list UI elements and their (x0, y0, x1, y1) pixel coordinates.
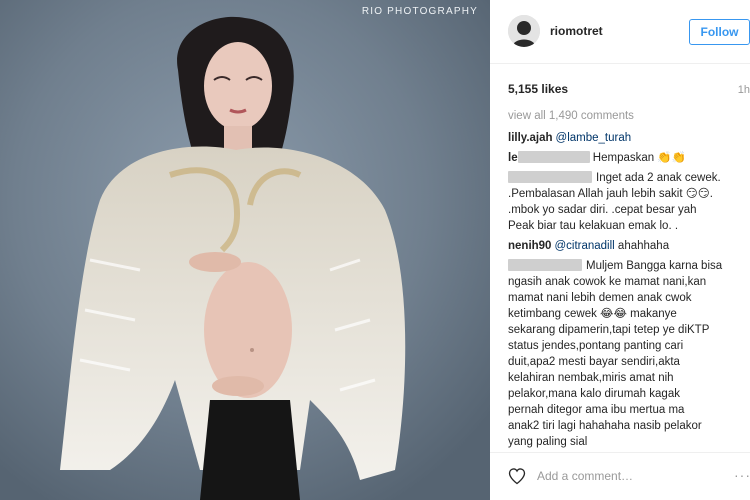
avatar-image (508, 15, 540, 47)
comment-text-line: .Pembalasan Allah jauh lebih sakit 😏😏. (508, 188, 713, 200)
comment-text-line: Peak biar tau kelakuan emak lo. . (508, 220, 679, 232)
photo-watermark: RIO PHOTOGRAPHY (361, 6, 478, 17)
post-time: 1h (737, 84, 750, 96)
comment-username[interactable]: le (508, 152, 518, 164)
comments-list: view all 1,490 comments lilly.ajah @lambe… (508, 108, 748, 454)
post-side-panel: riomotret Follow 5,155 likes 1h view all… (490, 0, 750, 500)
comment-text-line: pelakor,mana kalo dirumah kagak (508, 388, 680, 400)
comment-text-line: anak2 tiri lagi hahahaha nasib pelakor (508, 420, 702, 432)
comment-item: le Hempaskan 👏👏 (508, 150, 748, 166)
photo-illustration (0, 0, 490, 500)
heart-icon[interactable] (507, 466, 527, 486)
redacted-block (517, 151, 590, 163)
more-options-icon[interactable]: ··· (734, 467, 750, 483)
redacted-block (508, 259, 582, 271)
likes-count[interactable]: 5,155 likes (508, 82, 568, 96)
comment-text: ahahhaha (614, 240, 670, 252)
comment-text-line: kelahiran nembak,miris amat nih (508, 372, 674, 384)
add-comment-input[interactable]: Add a comment… (537, 469, 633, 483)
view-all-comments-link[interactable]: view all 1,490 comments (508, 108, 748, 124)
comment-footer: Add a comment… ··· (490, 452, 750, 500)
comment-mention[interactable]: @citranadill (554, 240, 614, 252)
comment-text-line: ketimbang cewek 😂😂 makanye (508, 308, 677, 320)
comment-text-line: Inget ada 2 anak cewek. (596, 172, 721, 184)
comment-text-line: .mbok yo sadar diri. .cepat besar yah (508, 204, 697, 216)
comment-item: lilly.ajah @lambe_turah (508, 130, 748, 146)
comment-item: nenih90 @citranadill ahahhaha (508, 238, 748, 254)
follow-button[interactable]: Follow (689, 19, 750, 45)
redacted-block (508, 171, 592, 183)
comment-text-line: ngasih anak cowok ke mamat nani,kan (508, 276, 707, 288)
comment-text-line: status jendes,pontang panting cari (508, 340, 684, 352)
avatar[interactable] (508, 15, 540, 47)
comment-text-line: mamat nani lebih demen anak cwok (508, 292, 692, 304)
comment-mention[interactable]: @lambe_turah (556, 132, 632, 144)
comment-username[interactable]: nenih90 (508, 240, 551, 252)
comment-text-line: duit,apa2 mesti bayar sendiri,akta (508, 356, 680, 368)
comment-text-line: yang paling sial (508, 436, 588, 448)
comment-text-line: pernah ditegor ama ibu mertua ma (508, 404, 685, 416)
post-header: riomotret Follow (490, 0, 750, 64)
comment-text: Hempaskan 👏👏 (589, 152, 686, 164)
username-link[interactable]: riomotret (550, 24, 603, 38)
comment-item: Muljem Bangga karna bisa ngasih anak cow… (508, 258, 748, 450)
comment-text-line: Muljem Bangga karna bisa (586, 260, 723, 272)
comment-text-line: sekarang dipamerin,tapi tetep ye diKTP (508, 324, 710, 336)
post-photo[interactable]: RIO PHOTOGRAPHY (0, 0, 490, 500)
comment-item: Inget ada 2 anak cewek. .Pembalasan Alla… (508, 170, 748, 234)
comment-username[interactable]: lilly.ajah (508, 132, 553, 144)
